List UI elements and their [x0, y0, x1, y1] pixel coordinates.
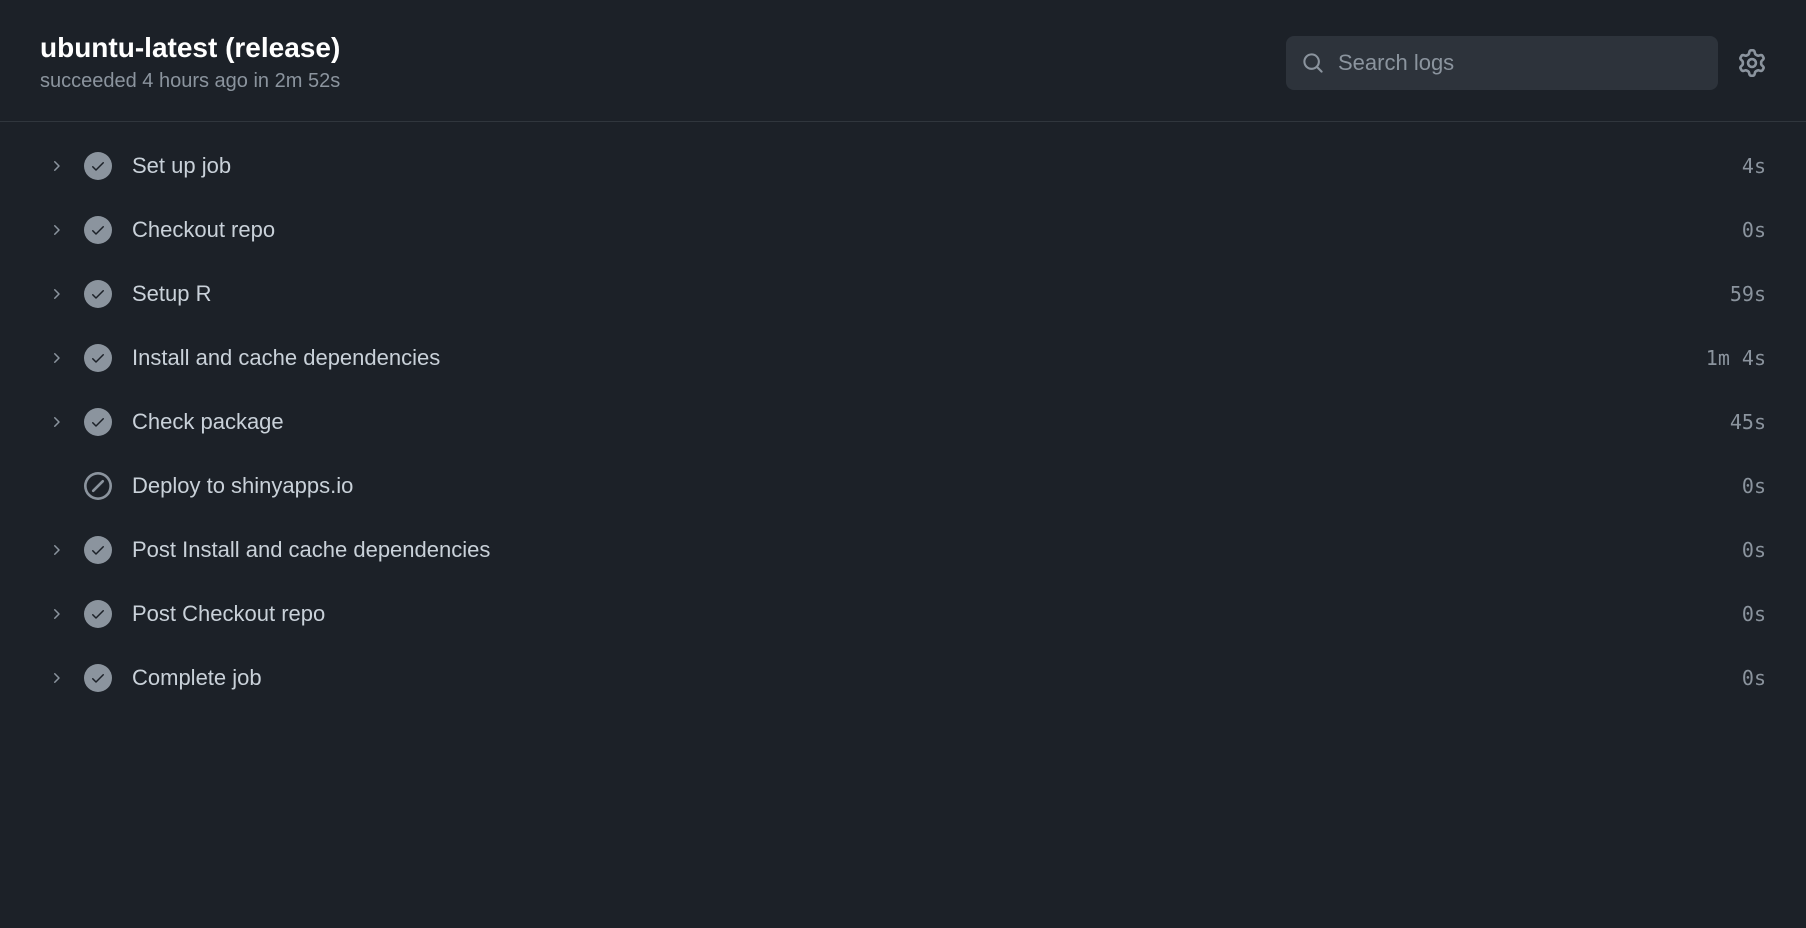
step-duration: 0s	[1742, 474, 1766, 498]
step-name: Deploy to shinyapps.io	[132, 473, 1742, 499]
check-circle-icon	[84, 280, 112, 308]
job-title: ubuntu-latest (release)	[40, 32, 340, 64]
chevron-right-icon[interactable]	[40, 286, 72, 302]
skip-icon	[84, 472, 112, 500]
search-icon	[1302, 52, 1324, 74]
step-duration: 0s	[1742, 538, 1766, 562]
job-subtitle: succeeded 4 hours ago in 2m 52s	[40, 70, 340, 93]
step-name: Set up job	[132, 153, 1742, 179]
chevron-right-icon[interactable]	[40, 222, 72, 238]
check-circle-icon	[84, 664, 112, 692]
chevron-right-icon[interactable]	[40, 542, 72, 558]
step-row[interactable]: Checkout repo0s	[40, 198, 1766, 262]
step-name: Install and cache dependencies	[132, 345, 1706, 371]
step-duration: 59s	[1730, 282, 1766, 306]
step-duration: 0s	[1742, 218, 1766, 242]
header-left: ubuntu-latest (release) succeeded 4 hour…	[40, 32, 340, 93]
steps-list: Set up job4sCheckout repo0sSetup R59sIns…	[0, 122, 1806, 722]
chevron-right-icon[interactable]	[40, 350, 72, 366]
step-row[interactable]: Set up job4s	[40, 134, 1766, 198]
header-right	[1286, 36, 1766, 90]
check-circle-icon	[84, 152, 112, 180]
step-row[interactable]: Deploy to shinyapps.io0s	[40, 454, 1766, 518]
chevron-right-icon[interactable]	[40, 414, 72, 430]
chevron-right-icon[interactable]	[40, 606, 72, 622]
check-circle-icon	[84, 600, 112, 628]
check-circle-icon	[84, 536, 112, 564]
chevron-right-icon[interactable]	[40, 670, 72, 686]
step-row[interactable]: Complete job0s	[40, 646, 1766, 710]
chevron-right-icon[interactable]	[40, 158, 72, 174]
search-input[interactable]	[1286, 36, 1718, 90]
step-name: Post Checkout repo	[132, 601, 1742, 627]
step-name: Checkout repo	[132, 217, 1742, 243]
search-container	[1286, 36, 1718, 90]
step-name: Setup R	[132, 281, 1730, 307]
step-row[interactable]: Install and cache dependencies1m 4s	[40, 326, 1766, 390]
step-duration: 0s	[1742, 666, 1766, 690]
job-header: ubuntu-latest (release) succeeded 4 hour…	[0, 0, 1806, 122]
step-name: Post Install and cache dependencies	[132, 537, 1742, 563]
step-row[interactable]: Post Checkout repo0s	[40, 582, 1766, 646]
step-row[interactable]: Check package45s	[40, 390, 1766, 454]
check-circle-icon	[84, 408, 112, 436]
step-name: Complete job	[132, 665, 1742, 691]
step-duration: 0s	[1742, 602, 1766, 626]
step-name: Check package	[132, 409, 1730, 435]
step-duration: 4s	[1742, 154, 1766, 178]
step-duration: 45s	[1730, 410, 1766, 434]
gear-icon[interactable]	[1738, 49, 1766, 77]
step-duration: 1m 4s	[1706, 346, 1766, 370]
check-circle-icon	[84, 216, 112, 244]
step-row[interactable]: Setup R59s	[40, 262, 1766, 326]
step-row[interactable]: Post Install and cache dependencies0s	[40, 518, 1766, 582]
check-circle-icon	[84, 344, 112, 372]
